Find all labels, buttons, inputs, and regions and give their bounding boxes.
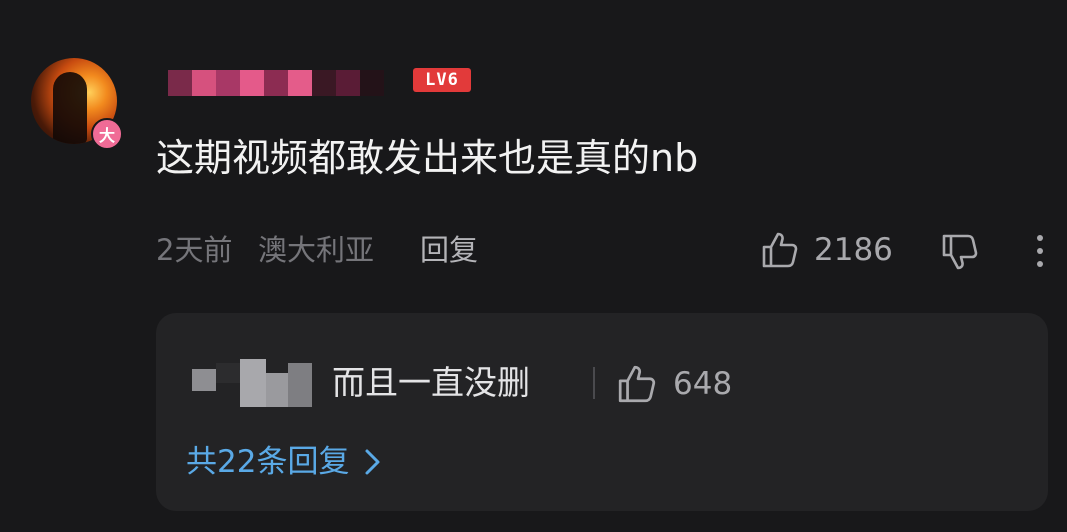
level-badge: LV6	[413, 68, 471, 92]
view-replies-label: 共22条回复	[186, 444, 350, 480]
more-vertical-icon[interactable]	[1030, 232, 1050, 272]
chevron-right-icon	[365, 449, 380, 475]
thumbs-down-icon[interactable]	[940, 232, 980, 272]
like-count: 2186	[814, 232, 893, 268]
thumbs-up-icon[interactable]	[760, 230, 800, 270]
reply-like-count: 648	[673, 366, 733, 402]
comment-text: 这期视频都敢发出来也是真的nb	[156, 136, 699, 180]
comment-location: 澳大利亚	[258, 233, 375, 267]
reply-preview-box[interactable]: 而且一直没删 648 共22条回复	[156, 313, 1048, 511]
divider	[593, 367, 595, 399]
reply-author-blurred[interactable]	[192, 359, 314, 407]
reply-text: 而且一直没删	[332, 363, 530, 402]
avatar-wrapper[interactable]: 大	[31, 58, 123, 150]
reply-button[interactable]: 回复	[420, 230, 478, 270]
thumbs-up-icon[interactable]	[616, 363, 658, 405]
view-replies-link[interactable]: 共22条回复	[186, 441, 385, 483]
comment-item: 大 LV6 这期视频都敢发出来也是真的nb 2天前 澳大利亚 回复 2186 而…	[0, 0, 1067, 532]
vip-badge: 大	[91, 118, 123, 150]
comment-time: 2天前	[156, 233, 233, 267]
username-blurred[interactable]	[168, 70, 384, 96]
